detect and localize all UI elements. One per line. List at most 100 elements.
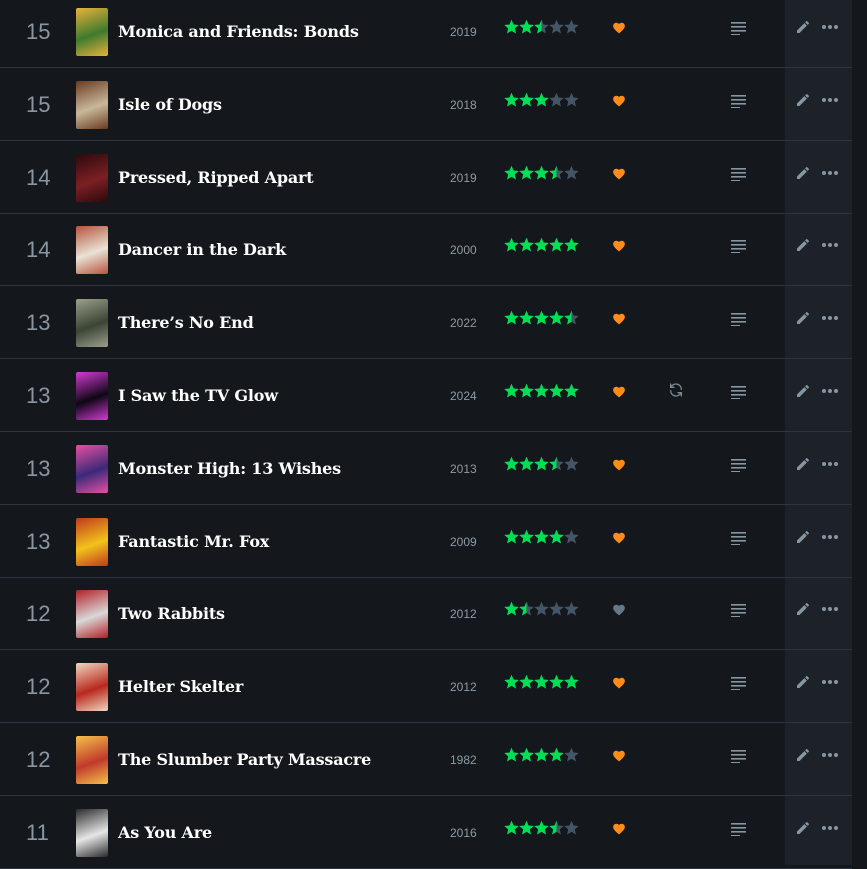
- film-year[interactable]: 2012: [450, 578, 477, 650]
- star-empty: [564, 747, 579, 762]
- pencil-icon[interactable]: [795, 529, 811, 545]
- star-rating: [504, 165, 580, 181]
- star-rating: [504, 674, 580, 690]
- film-year[interactable]: 2013: [450, 433, 477, 505]
- star-filled: [549, 237, 564, 252]
- watch-count: 12: [26, 747, 51, 772]
- more-options-icon[interactable]: [821, 601, 839, 617]
- review-icon[interactable]: [731, 166, 747, 181]
- film-poster[interactable]: [76, 518, 108, 566]
- film-poster[interactable]: [76, 590, 108, 638]
- star-filled: [519, 674, 534, 689]
- pencil-icon[interactable]: [795, 601, 811, 617]
- pencil-icon[interactable]: [795, 310, 811, 326]
- star-filled: [534, 310, 549, 325]
- more-options-icon[interactable]: [821, 19, 839, 35]
- film-title[interactable]: Fantastic Mr. Fox: [118, 506, 269, 578]
- film-year[interactable]: 2022: [450, 287, 477, 359]
- star-rating: [504, 310, 580, 326]
- film-title[interactable]: Pressed, Ripped Apart: [118, 142, 314, 214]
- star-rating: [504, 456, 580, 472]
- review-icon[interactable]: [731, 821, 747, 836]
- review-icon[interactable]: [731, 311, 747, 326]
- star-filled: [504, 820, 519, 835]
- pencil-icon[interactable]: [795, 674, 811, 690]
- star-rating: [504, 529, 580, 545]
- film-poster[interactable]: [76, 226, 108, 274]
- more-options-icon[interactable]: [821, 747, 839, 763]
- review-icon[interactable]: [731, 748, 747, 763]
- review-icon[interactable]: [731, 457, 747, 472]
- star-rating: [504, 601, 580, 617]
- film-title[interactable]: Helter Skelter: [118, 651, 243, 723]
- film-year[interactable]: 1982: [450, 724, 477, 796]
- film-title[interactable]: As You Are: [118, 797, 212, 869]
- film-year[interactable]: 2000: [450, 214, 477, 286]
- heart-liked-icon: [612, 93, 628, 109]
- star-filled: [519, 237, 534, 252]
- more-options-icon[interactable]: [821, 237, 839, 253]
- star-filled: [549, 310, 564, 325]
- film-poster[interactable]: [76, 299, 108, 347]
- more-options-icon[interactable]: [821, 383, 839, 399]
- review-icon[interactable]: [731, 530, 747, 545]
- film-title[interactable]: I Saw the TV Glow: [118, 360, 278, 432]
- pencil-icon[interactable]: [795, 456, 811, 472]
- pencil-icon[interactable]: [795, 820, 811, 836]
- film-title[interactable]: The Slumber Party Massacre: [118, 724, 371, 796]
- review-icon[interactable]: [731, 675, 747, 690]
- film-year[interactable]: 2016: [450, 797, 477, 869]
- star-empty: [564, 19, 579, 34]
- watch-count: 12: [26, 601, 51, 626]
- film-year[interactable]: 2012: [450, 651, 477, 723]
- film-title[interactable]: Dancer in the Dark: [118, 214, 286, 286]
- review-icon[interactable]: [731, 384, 747, 399]
- more-options-icon[interactable]: [821, 529, 839, 545]
- pencil-icon[interactable]: [795, 383, 811, 399]
- film-title[interactable]: Monster High: 13 Wishes: [118, 433, 341, 505]
- poster-image: [76, 809, 108, 857]
- more-options-icon[interactable]: [821, 165, 839, 181]
- film-poster[interactable]: [76, 663, 108, 711]
- star-filled: [549, 383, 564, 398]
- more-options-icon[interactable]: [821, 310, 839, 326]
- more-options-icon[interactable]: [821, 92, 839, 108]
- film-year[interactable]: 2009: [450, 506, 477, 578]
- film-year[interactable]: 2018: [450, 69, 477, 141]
- review-icon[interactable]: [731, 238, 747, 253]
- film-year[interactable]: 2024: [450, 360, 477, 432]
- heart-liked-icon: [612, 20, 628, 36]
- pencil-icon[interactable]: [795, 747, 811, 763]
- star-filled: [519, 92, 534, 107]
- film-year[interactable]: 2019: [450, 142, 477, 214]
- star-filled: [534, 92, 549, 107]
- film-poster[interactable]: [76, 8, 108, 56]
- star-empty: [564, 92, 579, 107]
- film-year[interactable]: 2019: [450, 0, 477, 68]
- watch-count: 15: [26, 92, 51, 117]
- review-icon[interactable]: [731, 20, 747, 35]
- pencil-icon[interactable]: [795, 165, 811, 181]
- film-title[interactable]: There’s No End: [118, 287, 254, 359]
- star-filled: [564, 674, 579, 689]
- poster-image: [76, 226, 108, 274]
- film-poster[interactable]: [76, 81, 108, 129]
- film-poster[interactable]: [76, 154, 108, 202]
- review-icon[interactable]: [731, 602, 747, 617]
- pencil-icon[interactable]: [795, 19, 811, 35]
- star-rating: [504, 92, 580, 108]
- review-icon[interactable]: [731, 93, 747, 108]
- film-poster[interactable]: [76, 736, 108, 784]
- more-options-icon[interactable]: [821, 456, 839, 472]
- film-poster[interactable]: [76, 809, 108, 857]
- film-title[interactable]: Isle of Dogs: [118, 69, 222, 141]
- more-options-icon[interactable]: [821, 820, 839, 836]
- film-poster[interactable]: [76, 445, 108, 493]
- film-poster[interactable]: [76, 372, 108, 420]
- film-title[interactable]: Two Rabbits: [118, 578, 225, 650]
- star-filled: [519, 19, 534, 34]
- film-title[interactable]: Monica and Friends: Bonds: [118, 0, 359, 68]
- more-options-icon[interactable]: [821, 674, 839, 690]
- pencil-icon[interactable]: [795, 237, 811, 253]
- pencil-icon[interactable]: [795, 92, 811, 108]
